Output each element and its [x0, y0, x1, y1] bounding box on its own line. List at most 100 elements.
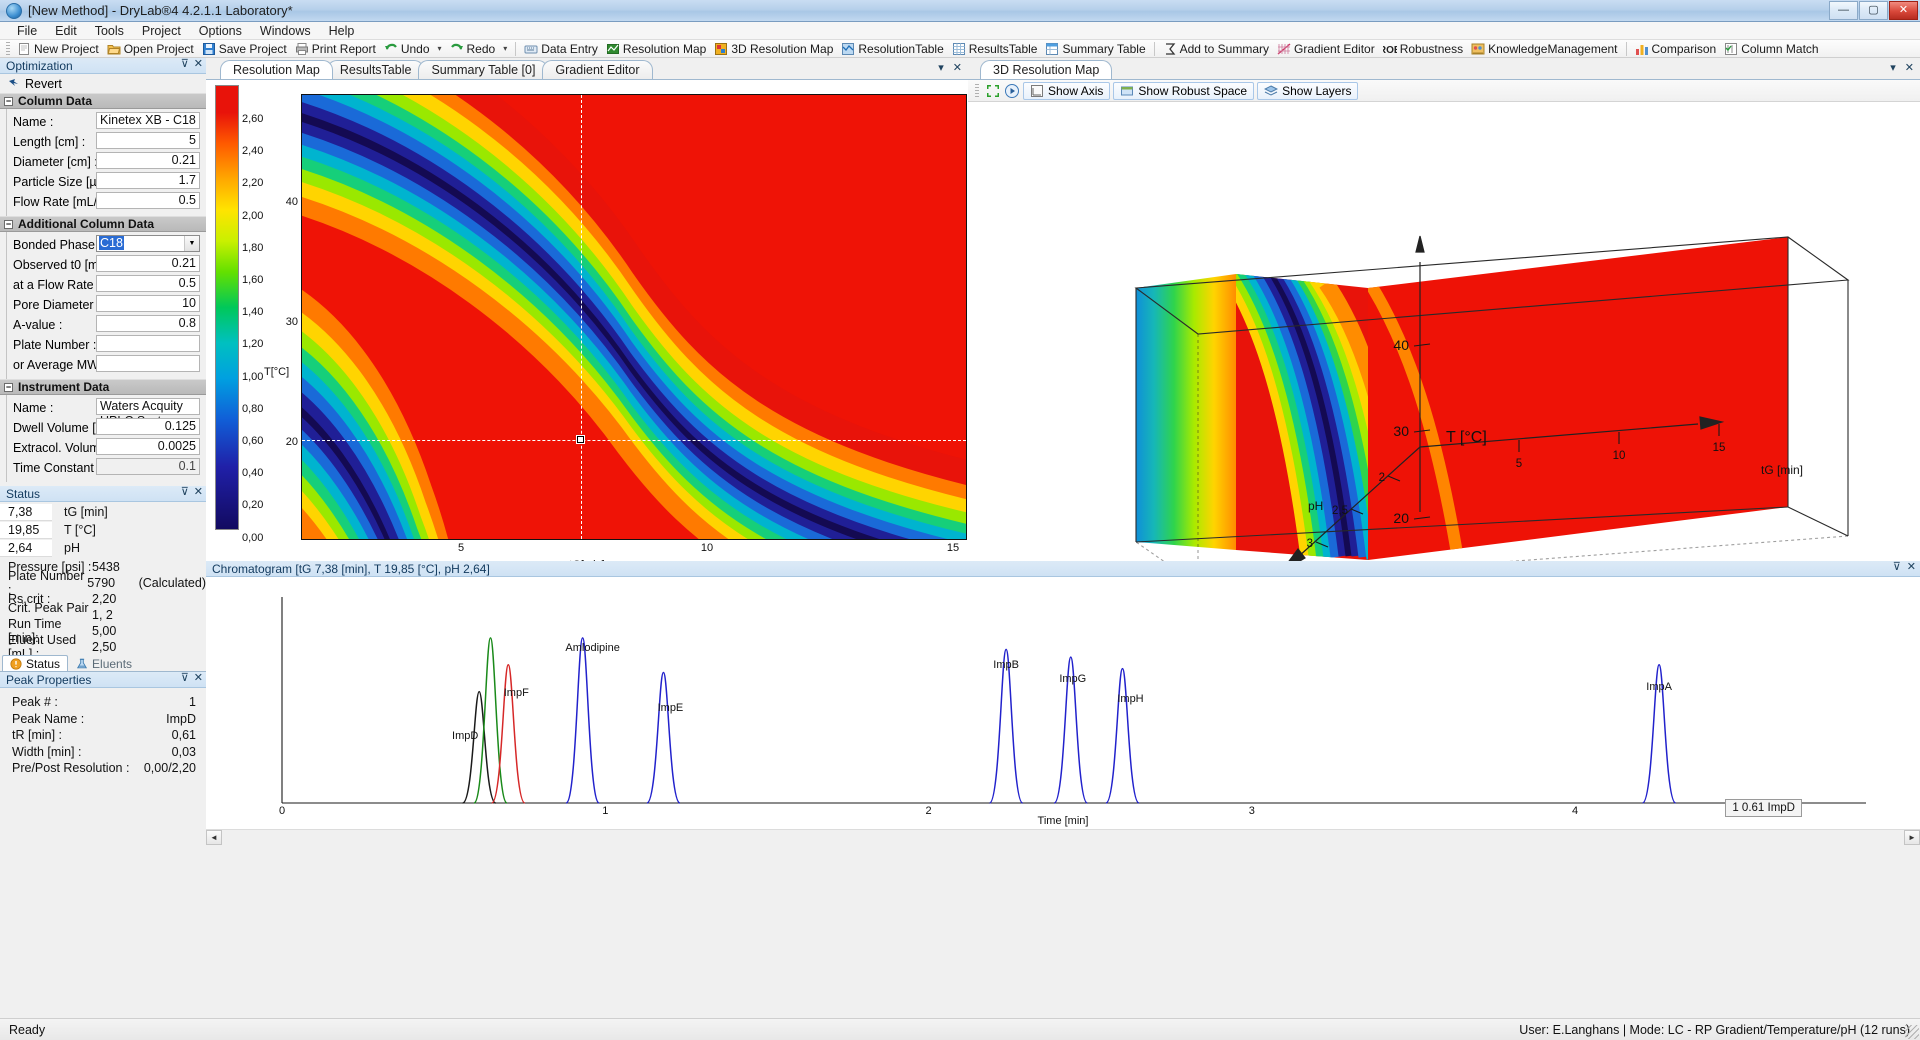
- field-input-extracol-volume-ml[interactable]: 0.0025: [96, 438, 200, 455]
- menu-item-help[interactable]: Help: [320, 23, 364, 39]
- toolbar-dropdown-caret[interactable]: ▾: [499, 44, 511, 53]
- instrument-data-group-header[interactable]: − Instrument Data: [0, 379, 206, 395]
- toolbar-button-summary-table[interactable]: Summary Table: [1041, 40, 1149, 57]
- additional-column-data-group-header[interactable]: − Additional Column Data: [0, 216, 206, 232]
- toolbar-button-knowledgemanagement[interactable]: KnowledgeManagement: [1467, 40, 1621, 57]
- tab-gradient-editor[interactable]: Gradient Editor: [542, 60, 652, 79]
- dock-tab-eluents[interactable]: Eluents: [68, 655, 140, 671]
- show-axis-button[interactable]: Show Axis: [1023, 82, 1110, 100]
- crosshair-marker[interactable]: [576, 435, 585, 444]
- status-value-row[interactable]: 7,38tG [min]: [0, 503, 206, 521]
- field-input-name[interactable]: Kinetex XB - C18: [96, 112, 200, 129]
- toolbar-button-redo[interactable]: Redo: [446, 40, 500, 57]
- field-input-diameter-cm[interactable]: 0.21: [96, 152, 200, 169]
- toolbar-button-add-to-summary[interactable]: Add to Summary: [1159, 40, 1273, 57]
- field-input-a-value[interactable]: 0.8: [96, 315, 200, 332]
- field-input-at-a-flow-rate-of-ml-min[interactable]: 0.5: [96, 275, 200, 292]
- field-input-plate-number[interactable]: [96, 335, 200, 352]
- toolbar-button-gradient-editor[interactable]: Gradient Editor: [1273, 40, 1379, 57]
- status-value[interactable]: 7,38: [0, 504, 52, 521]
- expander-icon[interactable]: −: [4, 383, 13, 392]
- toolbar-button-column-match[interactable]: Column Match: [1720, 40, 1822, 57]
- close-icon[interactable]: ✕: [194, 673, 203, 684]
- pin-icon[interactable]: ⊽: [181, 487, 189, 498]
- peak-properties-title: Peak Properties: [6, 673, 91, 687]
- window-title-bar: [New Method] - DryLab®4 4.2.1.1 Laborato…: [0, 0, 1920, 22]
- pin-icon[interactable]: ⊽: [181, 673, 189, 684]
- field-input-or-average-mw[interactable]: [96, 355, 200, 372]
- resolution-heatmap[interactable]: [301, 94, 967, 540]
- menu-item-file[interactable]: File: [8, 23, 46, 39]
- toolbar-dropdown-caret[interactable]: ▾: [434, 44, 446, 53]
- toolbar-button-data-entry[interactable]: Data Entry: [520, 40, 602, 57]
- toolbar-button-resolution-map[interactable]: Resolution Map: [602, 40, 710, 57]
- chromatogram-plot-area[interactable]: ImpDImpFAmlodipineImpEImpBImpGImpHImpA 0…: [206, 577, 1920, 829]
- tab-resultstable[interactable]: ResultsTable: [327, 60, 425, 79]
- field-input-dwell-volume-ml[interactable]: 0.125: [96, 418, 200, 435]
- chevron-down-icon[interactable]: ▼: [184, 236, 199, 251]
- fit-to-view-icon[interactable]: [985, 83, 1001, 99]
- play-icon[interactable]: [1004, 83, 1020, 99]
- resolution-3d-viewport[interactable]: 40 30 20 5 10 15 2 2,5 3 T [°C] pH tG [m…: [968, 102, 1920, 561]
- minimize-button[interactable]: —: [1829, 1, 1858, 20]
- bonded-phase-combobox[interactable]: C18▼: [96, 235, 200, 252]
- revert-button[interactable]: Revert: [0, 74, 206, 93]
- panel-close-icon[interactable]: ✕: [953, 61, 962, 74]
- pin-icon[interactable]: ⊽: [1893, 562, 1901, 573]
- close-icon[interactable]: ✕: [1907, 562, 1916, 573]
- toolbar-button-new-project[interactable]: New Project: [13, 40, 103, 57]
- scroll-right-button[interactable]: ►: [1904, 830, 1920, 845]
- status-value[interactable]: 19,85: [0, 522, 52, 539]
- field-input-flow-rate-ml-min[interactable]: 0.5: [96, 192, 200, 209]
- expander-icon[interactable]: −: [4, 97, 13, 106]
- tab-resolution-map[interactable]: Resolution Map: [220, 60, 333, 79]
- close-icon[interactable]: ✕: [194, 59, 203, 70]
- field-input-length-cm[interactable]: 5: [96, 132, 200, 149]
- status-value-row[interactable]: 19,85T [°C]: [0, 521, 206, 539]
- toolbar-grip[interactable]: [975, 84, 979, 98]
- panel-dropdown-icon[interactable]: ▾: [938, 61, 944, 74]
- tab-3d-resolution-map[interactable]: 3D Resolution Map: [980, 60, 1112, 79]
- menu-item-edit[interactable]: Edit: [46, 23, 86, 39]
- menu-item-project[interactable]: Project: [133, 23, 190, 39]
- dock-tab-status[interactable]: Status: [2, 655, 68, 671]
- toolbar-button-resolutiontable[interactable]: ResolutionTable: [837, 40, 947, 57]
- resize-grip-icon[interactable]: [1905, 1025, 1919, 1039]
- field-input-time-constant-s[interactable]: 0.1: [96, 458, 200, 475]
- close-button[interactable]: ✕: [1889, 1, 1918, 20]
- toolbar-button-open-project[interactable]: Open Project: [103, 40, 198, 57]
- chromatogram-horizontal-scrollbar[interactable]: ◄ ►: [206, 829, 1920, 845]
- scrollbar-track[interactable]: [222, 830, 1904, 845]
- panel-close-icon[interactable]: ✕: [1905, 61, 1914, 74]
- show-robust-space-button[interactable]: Show Robust Space: [1113, 82, 1254, 100]
- toolbar-button-3d-resolution-map[interactable]: 3D Resolution Map: [710, 40, 837, 57]
- panel-dropdown-icon[interactable]: ▾: [1890, 61, 1896, 74]
- toolbar-button-save-project[interactable]: Save Project: [198, 40, 291, 57]
- toolbar-button-resultstable[interactable]: ResultsTable: [948, 40, 1042, 57]
- toolbar-button-print-report[interactable]: Print Report: [291, 40, 380, 57]
- show-layers-button[interactable]: Show Layers: [1257, 82, 1358, 100]
- menu-item-options[interactable]: Options: [190, 23, 251, 39]
- toolbar-button-robustness[interactable]: ROBRobustness: [1379, 40, 1467, 57]
- status-value-row[interactable]: 2,64pH: [0, 539, 206, 557]
- field-input-pore-diameter-nm[interactable]: 10: [96, 295, 200, 312]
- status-value[interactable]: 2,64: [0, 540, 52, 557]
- toolbar-grip[interactable]: [6, 42, 10, 56]
- toolbar-button-undo[interactable]: Undo: [380, 40, 434, 57]
- toolbar-button-label: Summary Table: [1062, 42, 1145, 56]
- pin-icon[interactable]: ⊽: [181, 59, 189, 70]
- maximize-button[interactable]: ▢: [1859, 1, 1888, 20]
- field-input-particle-size-m[interactable]: 1.7: [96, 172, 200, 189]
- close-icon[interactable]: ✕: [194, 487, 203, 498]
- menu-item-windows[interactable]: Windows: [251, 23, 320, 39]
- column-data-group-header[interactable]: − Column Data: [0, 93, 206, 109]
- scroll-left-button[interactable]: ◄: [206, 830, 222, 845]
- toolbar-button-comparison[interactable]: Comparison: [1631, 40, 1721, 57]
- tab-summary-table-0-[interactable]: Summary Table [0]: [418, 60, 548, 79]
- field-input-observed-t0-min[interactable]: 0.21: [96, 255, 200, 272]
- menu-item-tools[interactable]: Tools: [86, 23, 133, 39]
- resolution-map-plot-area[interactable]: 2,602,402,202,001,801,601,401,201,000,80…: [206, 80, 968, 561]
- field-input-name[interactable]: Waters Acquity UPLC Syste: [96, 398, 200, 415]
- status-property-value: 2,50: [92, 640, 140, 654]
- expander-icon[interactable]: −: [4, 220, 13, 229]
